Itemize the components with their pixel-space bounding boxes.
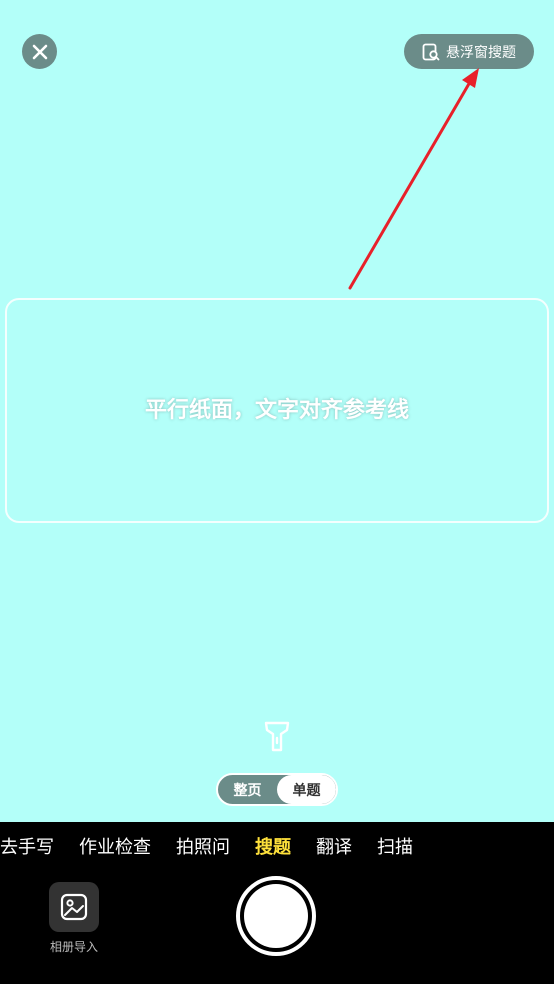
tab-homework-check[interactable]: 作业检查 — [79, 833, 151, 859]
alignment-hint: 平行纸面，文字对齐参考线 — [144, 397, 409, 423]
mode-option-single-question[interactable]: 单题 — [277, 775, 336, 804]
tab-handwriting-removal[interactable]: 去手写 — [0, 833, 54, 859]
tab-photo-ask[interactable]: 拍照问 — [176, 833, 230, 859]
mode-toggle[interactable]: 整页 单题 — [216, 773, 338, 806]
tab-scan[interactable]: 扫描 — [377, 833, 413, 859]
album-import-label: 相册导入 — [49, 940, 98, 954]
shutter-button[interactable] — [236, 876, 316, 956]
album-import-button[interactable]: 相册导入 — [46, 882, 102, 955]
bottom-bar: 去手写 作业检查 拍照问 搜题 翻译 扫描 相册导入 — [0, 822, 554, 984]
mode-option-whole-page[interactable]: 整页 — [218, 775, 277, 804]
tab-translate[interactable]: 翻译 — [316, 833, 352, 859]
shutter-inner — [244, 884, 308, 948]
image-icon — [60, 893, 88, 921]
album-icon-container — [49, 882, 99, 932]
mode-tabs: 去手写 作业检查 拍照问 搜题 翻译 扫描 — [0, 822, 438, 870]
alignment-frame: 平行纸面，文字对齐参考线 — [5, 298, 549, 523]
flashlight-icon[interactable] — [263, 720, 291, 754]
tab-search-question[interactable]: 搜题 — [255, 833, 291, 859]
